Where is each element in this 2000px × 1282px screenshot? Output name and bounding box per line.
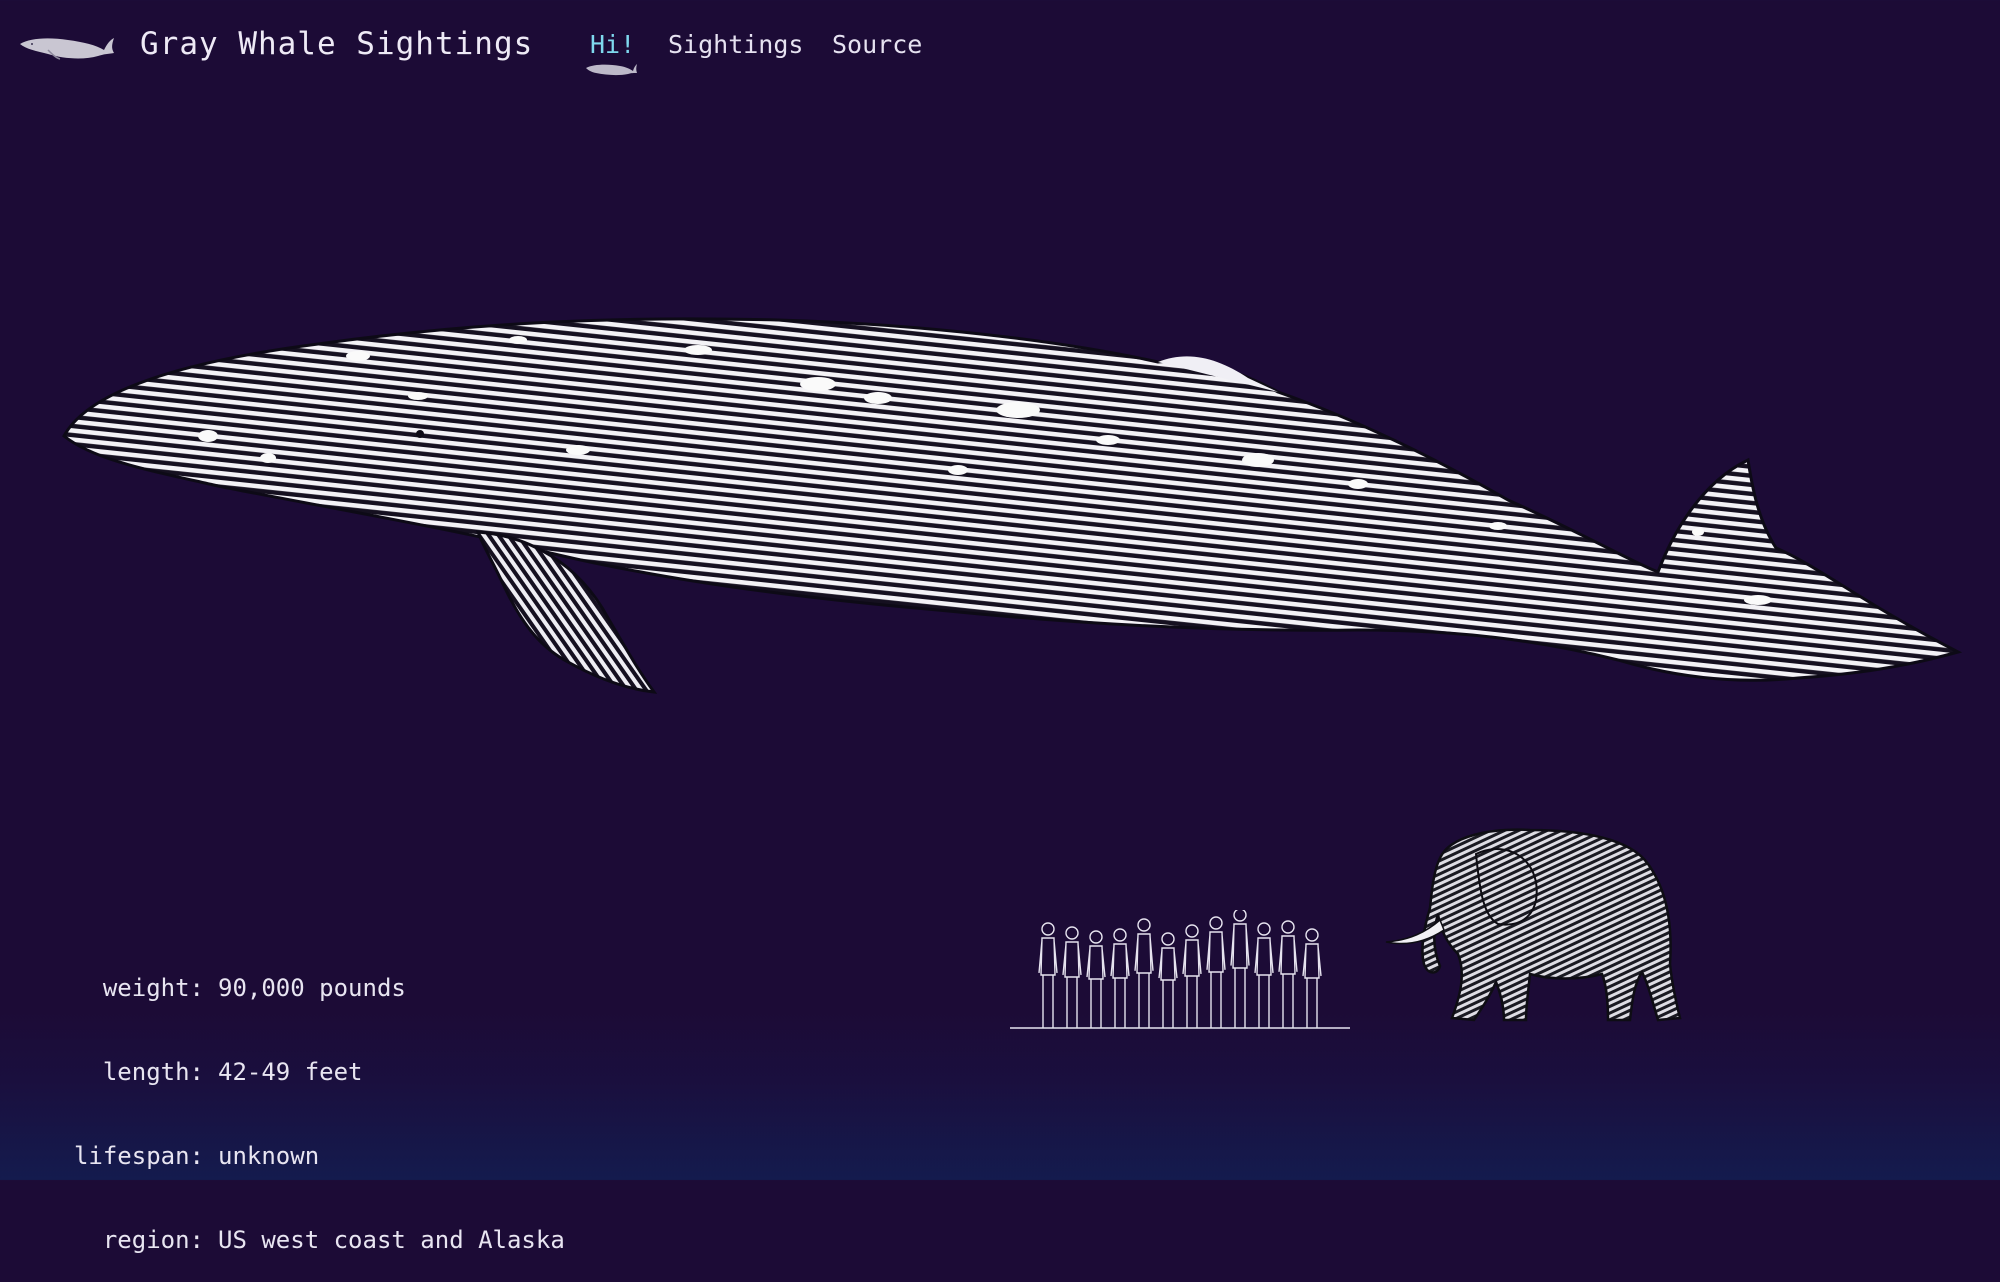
stat-label: length: bbox=[102, 1058, 204, 1086]
person-figure bbox=[1062, 926, 1082, 1028]
line-of-people-illustration bbox=[1010, 910, 1350, 1029]
stat-value: US west coast and Alaska bbox=[218, 1226, 565, 1254]
person-figure bbox=[1086, 930, 1106, 1028]
stat-label: weight: bbox=[102, 974, 204, 1002]
nav-link-sightings[interactable]: Sightings bbox=[668, 30, 803, 59]
whale-stats: weight: 90,000 pounds length: 42-49 feet l… bbox=[64, 918, 565, 1282]
gray-whale-logo-icon[interactable] bbox=[18, 32, 116, 62]
person-figure bbox=[1230, 910, 1250, 1028]
elephant-illustration bbox=[1385, 828, 1682, 1022]
stat-value: 42-49 feet bbox=[218, 1058, 363, 1086]
gray-whale-illustration bbox=[62, 317, 1962, 694]
stat-value: 90,000 pounds bbox=[218, 974, 406, 1002]
person-figure bbox=[1182, 924, 1202, 1028]
person-figure bbox=[1038, 922, 1058, 1028]
stat-label: region: bbox=[102, 1226, 204, 1254]
stat-row-length: length: 42-49 feet bbox=[64, 1058, 565, 1086]
person-figure bbox=[1110, 928, 1130, 1028]
stat-label: lifespan: bbox=[73, 1142, 204, 1170]
stat-row-lifespan: lifespan: unknown bbox=[64, 1142, 565, 1170]
nav-link-hi[interactable]: Hi! bbox=[590, 30, 635, 59]
stat-row-weight: weight: 90,000 pounds bbox=[64, 974, 565, 1002]
person-figure bbox=[1158, 932, 1178, 1028]
site-title[interactable]: Gray Whale Sightings bbox=[140, 26, 533, 62]
person-figure bbox=[1254, 922, 1274, 1028]
person-figure bbox=[1206, 916, 1226, 1028]
stat-value: unknown bbox=[218, 1142, 320, 1170]
site-header: Gray Whale Sightings Hi! Sightings Sourc… bbox=[0, 0, 2000, 100]
person-figure bbox=[1302, 928, 1322, 1028]
person-figure bbox=[1278, 920, 1298, 1028]
person-figure bbox=[1134, 918, 1154, 1028]
nav-link-source[interactable]: Source bbox=[832, 30, 922, 59]
stat-row-region: region: US west coast and Alaska bbox=[64, 1226, 565, 1254]
small-whale-icon bbox=[586, 64, 637, 76]
